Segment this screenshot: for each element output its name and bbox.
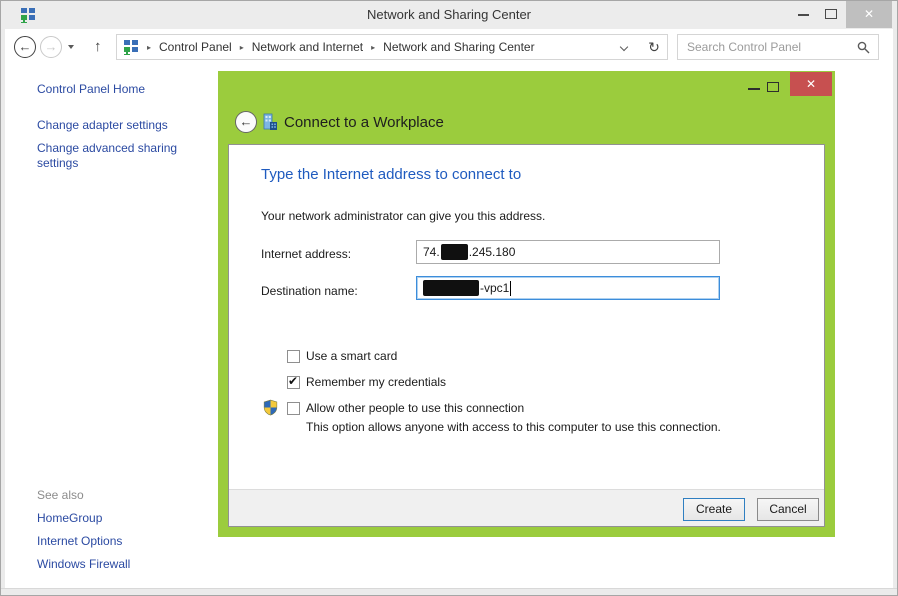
dialog-title: Connect to a Workplace (284, 114, 444, 131)
search-icon[interactable] (857, 41, 870, 54)
see-also-header: See also (37, 488, 84, 503)
uac-shield-icon (262, 399, 279, 416)
sidebar-item-homegroup[interactable]: HomeGroup (37, 511, 102, 526)
close-button[interactable]: ✕ (846, 1, 892, 28)
sidebar-item-windows-firewall[interactable]: Windows Firewall (37, 557, 130, 572)
checkmark-icon: ✔ (288, 374, 298, 388)
breadcrumb-network-internet[interactable]: Network and Internet (252, 40, 363, 54)
breadcrumb-control-panel[interactable]: Control Panel (159, 40, 232, 54)
sidebar-item-change-adapter-settings[interactable]: Change adapter settings (37, 118, 168, 133)
redaction-box (423, 280, 479, 296)
smart-card-label[interactable]: Use a smart card (306, 349, 397, 363)
sidebar-item-change-advanced-sharing[interactable]: Change advanced sharing settings (37, 141, 199, 171)
sidebar-item-internet-options[interactable]: Internet Options (37, 534, 122, 549)
forward-button[interactable]: → (40, 36, 62, 58)
text-cursor (510, 281, 511, 296)
allow-others-note: This option allows anyone with access to… (306, 420, 721, 434)
refresh-button[interactable]: ↻ (641, 34, 668, 60)
cancel-button[interactable]: Cancel (757, 498, 819, 521)
search-input[interactable] (678, 40, 857, 54)
network-icon (123, 39, 139, 55)
dialog-footer: Create Cancel (229, 489, 824, 526)
destination-name-value-suffix: -vpc1 (480, 281, 509, 295)
internet-address-label: Internet address: (261, 247, 351, 261)
maximize-icon[interactable] (825, 9, 837, 19)
workplace-icon (261, 113, 279, 131)
dialog-heading: Type the Internet address to connect to (261, 166, 521, 183)
chevron-right-icon: ▸ (371, 43, 375, 52)
dialog-subheading: Your network administrator can give you … (261, 209, 545, 223)
chevron-right-icon: ▸ (240, 43, 244, 52)
internet-address-value-suffix: .245.180 (469, 245, 516, 259)
address-dropdown-icon[interactable] (620, 43, 628, 51)
connect-to-workplace-dialog: ✕ ← Connect to a Workplace Type the Inte… (218, 71, 835, 537)
allow-others-checkbox[interactable] (287, 402, 300, 415)
window-frame-left (1, 29, 5, 595)
network-sharing-center-window: Network and Sharing Center ✕ ← → ↑ ▸ Con… (0, 0, 898, 596)
dialog-back-button[interactable]: ← (235, 111, 257, 133)
internet-address-input[interactable]: 74. .245.180 (416, 240, 720, 264)
remember-credentials-label[interactable]: Remember my credentials (306, 375, 446, 389)
sidebar-item-control-panel-home[interactable]: Control Panel Home (37, 82, 145, 97)
back-button[interactable]: ← (14, 36, 36, 58)
allow-others-label[interactable]: Allow other people to use this connectio… (306, 401, 524, 415)
create-button[interactable]: Create (683, 498, 745, 521)
destination-name-label: Destination name: (261, 284, 358, 298)
dialog-maximize-icon[interactable] (767, 82, 779, 92)
up-button[interactable]: ↑ (94, 38, 102, 55)
breadcrumb[interactable]: ▸ Control Panel ▸ Network and Internet ▸… (116, 34, 642, 60)
remember-credentials-checkbox[interactable]: ✔ (287, 376, 300, 389)
window-frame-right (893, 29, 897, 595)
smart-card-checkbox[interactable] (287, 350, 300, 363)
destination-name-input[interactable]: -vpc1 (416, 276, 720, 300)
dialog-body: Type the Internet address to connect to … (228, 144, 825, 527)
breadcrumb-network-sharing[interactable]: Network and Sharing Center (383, 40, 534, 54)
internet-address-value-prefix: 74. (423, 245, 440, 259)
dialog-close-button[interactable]: ✕ (790, 72, 832, 96)
chevron-right-icon: ▸ (147, 43, 151, 52)
redaction-box (441, 244, 468, 260)
titlebar: Network and Sharing Center ✕ (1, 1, 897, 29)
minimize-icon[interactable] (798, 14, 809, 16)
history-dropdown-icon[interactable] (68, 45, 74, 49)
window-frame-bottom (1, 588, 897, 595)
dialog-minimize-icon[interactable] (748, 88, 760, 90)
window-title: Network and Sharing Center (1, 7, 897, 22)
search-box (677, 34, 879, 60)
